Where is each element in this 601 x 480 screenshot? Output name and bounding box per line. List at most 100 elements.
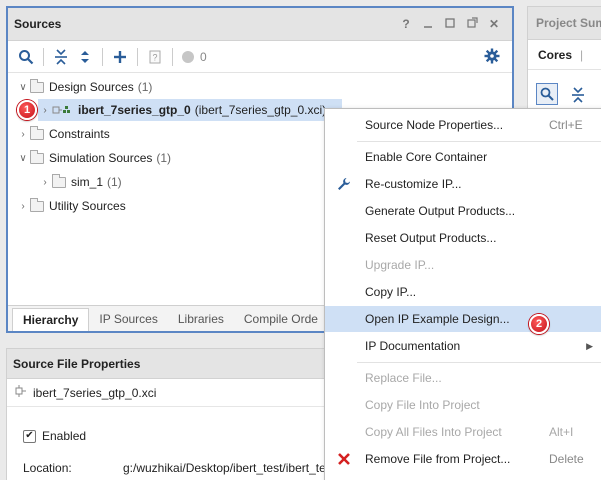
tree-item-label: sim_1 <box>71 175 104 189</box>
ip-core-icon <box>52 104 74 116</box>
sources-title-bar: Sources ? ✕ <box>8 8 512 41</box>
menu-separator <box>357 362 601 363</box>
search-icon[interactable] <box>14 45 38 69</box>
svg-text:?: ? <box>152 52 157 62</box>
menu-item-generate-output-products[interactable]: Generate Output Products... <box>325 198 601 224</box>
tree-item-sim-1[interactable]: › sim_1 (1) <box>38 171 122 193</box>
tree-item-design-sources[interactable]: ∨ Design Sources (1) <box>16 76 152 98</box>
menu-item-enable-core-container[interactable]: Enable Core Container <box>325 144 601 170</box>
enabled-checkbox[interactable]: ✔ <box>23 429 36 443</box>
tree-item-label: Design Sources <box>49 80 134 94</box>
folder-icon <box>30 149 44 164</box>
chevron-right-icon[interactable]: › <box>38 105 52 116</box>
ip-core-icon <box>15 385 27 400</box>
minimize-icon[interactable] <box>422 17 434 31</box>
tree-item-utility-sources[interactable]: › Utility Sources <box>16 195 126 217</box>
expand-all-icon[interactable] <box>73 45 97 69</box>
tab-hierarchy[interactable]: Hierarchy <box>12 308 90 331</box>
collapse-all-icon[interactable] <box>49 45 73 69</box>
menu-item-copy-file-into-project: Copy File Into Project <box>325 392 601 418</box>
search-icon[interactable] <box>536 83 558 105</box>
location-value: g:/wuzhikai/Desktop/ibert_test/ibert_te <box>123 461 326 475</box>
menu-item-ip-documentation[interactable]: IP Documentation ▶ <box>325 333 601 359</box>
folder-icon <box>52 173 66 188</box>
menu-item-label: Remove File from Project... <box>365 452 511 466</box>
menu-item-label: Generate Output Products... <box>365 204 516 218</box>
tree-item-count: (1) <box>156 151 172 165</box>
context-menu: Source Node Properties... Ctrl+E Enable … <box>324 108 601 480</box>
location-label: Location: <box>23 461 72 475</box>
menu-item-re-customize-ip[interactable]: Re-customize IP... <box>325 171 601 197</box>
properties-icon[interactable]: ? <box>143 45 167 69</box>
properties-file-row: ibert_7series_gtp_0.xci <box>7 379 335 407</box>
toolbar-divider <box>102 47 103 66</box>
tab-libraries[interactable]: Libraries <box>168 306 234 331</box>
menu-item-remove-file-from-project[interactable]: Remove File from Project... Delete <box>325 446 601 472</box>
menu-item-label: IP Documentation <box>365 339 461 353</box>
menu-item-upgrade-ip: Upgrade IP... <box>325 252 601 278</box>
status-count: 0 <box>182 50 207 64</box>
menu-item-shortcut: Ctrl+E <box>549 118 583 132</box>
tree-item-label: Constraints <box>49 127 110 141</box>
float-icon[interactable] <box>466 17 478 31</box>
tree-item-label: Utility Sources <box>49 199 126 213</box>
chevron-down-icon[interactable]: ∨ <box>16 153 30 164</box>
gear-icon[interactable] <box>484 48 500 67</box>
add-sources-icon[interactable] <box>108 45 132 69</box>
menu-item-label: Upgrade IP... <box>365 258 435 272</box>
summary-subtabs: Cores | <box>528 40 601 70</box>
step-badge: 2 <box>529 314 549 334</box>
menu-item-label: Open IP Example Design... <box>365 312 510 326</box>
help-icon[interactable]: ? <box>400 17 412 31</box>
properties-file-name: ibert_7series_gtp_0.xci <box>33 385 157 400</box>
tab-compile-order[interactable]: Compile Orde <box>234 306 328 331</box>
menu-item-label: Reset Output Products... <box>365 231 497 245</box>
menu-separator <box>357 141 601 142</box>
menu-item-shortcut: Alt+I <box>549 425 574 439</box>
menu-item-label: Copy File Into Project <box>365 398 480 412</box>
menu-item-copy-all-files-into-project: Copy All Files Into Project Alt+I <box>325 419 601 445</box>
toolbar-divider <box>172 47 173 66</box>
menu-item-copy-ip[interactable]: Copy IP... <box>325 279 601 305</box>
tree-item-constraints[interactable]: › Constraints <box>16 123 110 145</box>
menu-item-label: Re-customize IP... <box>365 177 462 191</box>
menu-item-shortcut: Delete <box>549 452 584 466</box>
tab-separator: | <box>580 47 584 62</box>
tab-ip-sources[interactable]: IP Sources <box>89 306 167 331</box>
status-dot-icon <box>182 50 194 63</box>
tab-cores[interactable]: Cores <box>538 48 572 62</box>
maximize-icon[interactable] <box>444 17 456 31</box>
tree-item-file: (ibert_7series_gtp_0.xci) <box>194 103 327 117</box>
folder-icon <box>30 78 44 93</box>
folder-icon <box>30 197 44 212</box>
sources-toolbar: ? 0 <box>8 41 512 73</box>
delete-x-icon <box>335 450 353 468</box>
close-icon[interactable]: ✕ <box>488 17 500 31</box>
folder-icon <box>30 125 44 140</box>
menu-item-reset-output-products[interactable]: Reset Output Products... <box>325 225 601 251</box>
menu-item-open-ip-example-design[interactable]: Open IP Example Design... <box>325 306 601 332</box>
submenu-arrow-icon: ▶ <box>586 340 593 351</box>
step-badge: 1 <box>17 100 37 120</box>
collapse-all-icon[interactable] <box>566 83 590 107</box>
tree-item-ibert-ip[interactable]: › ibert_7series_gtp_0 (ibert_7series_gtp… <box>38 99 342 121</box>
chevron-right-icon[interactable]: › <box>16 201 30 212</box>
tree-item-count: (1) <box>137 80 153 94</box>
sources-title: Sources <box>14 17 62 31</box>
menu-item-source-node-properties[interactable]: Source Node Properties... Ctrl+E <box>325 112 601 138</box>
chevron-down-icon[interactable]: ∨ <box>16 82 30 93</box>
toolbar-divider <box>137 47 138 66</box>
tree-item-simulation-sources[interactable]: ∨ Simulation Sources (1) <box>16 147 171 169</box>
menu-item-label: Copy IP... <box>365 285 417 299</box>
project-summary-title: Project Summ <box>528 7 601 40</box>
menu-item-label: Enable Core Container <box>365 150 488 164</box>
enabled-row: ✔ Enabled <box>23 429 86 443</box>
tree-item-count: (1) <box>107 175 122 189</box>
chevron-right-icon[interactable]: › <box>38 177 52 188</box>
menu-item-label: Source Node Properties... <box>365 118 504 132</box>
menu-item-label: Copy All Files Into Project <box>365 425 502 439</box>
tree-item-label: Simulation Sources <box>49 151 153 165</box>
chevron-right-icon[interactable]: › <box>16 129 30 140</box>
window-buttons: ? ✕ <box>400 17 512 31</box>
tree-item-label: ibert_7series_gtp_0 <box>78 103 191 117</box>
